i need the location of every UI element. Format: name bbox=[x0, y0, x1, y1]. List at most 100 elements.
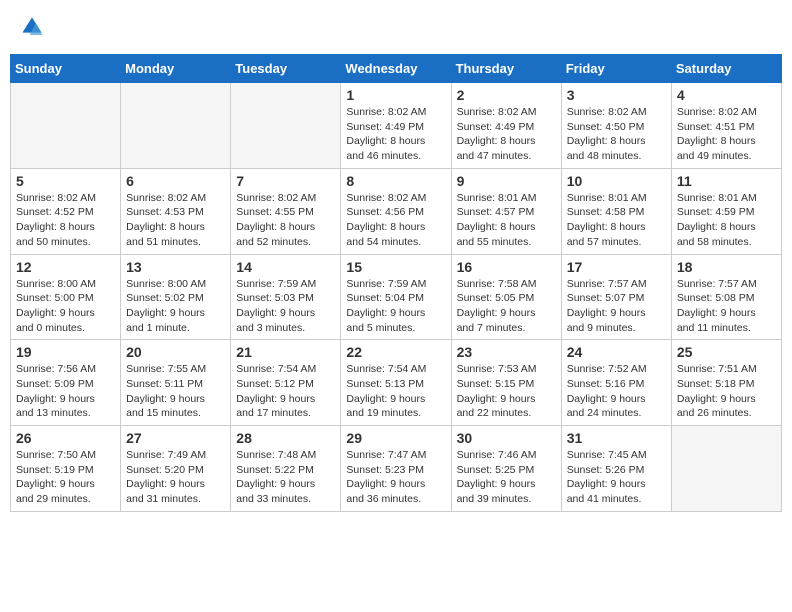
calendar-day-cell: 5 Sunrise: 8:02 AM Sunset: 4:52 PM Daylig… bbox=[11, 168, 121, 254]
weekday-header-cell: Monday bbox=[121, 55, 231, 83]
day-info: Sunrise: 8:00 AM Sunset: 5:00 PM Dayligh… bbox=[16, 277, 115, 336]
calendar-day-cell: 28 Sunrise: 7:48 AM Sunset: 5:22 PM Dayli… bbox=[231, 426, 341, 512]
calendar-day-cell: 6 Sunrise: 8:02 AM Sunset: 4:53 PM Daylig… bbox=[121, 168, 231, 254]
day-number: 3 bbox=[567, 87, 666, 103]
day-number: 9 bbox=[457, 173, 556, 189]
calendar-day-cell: 18 Sunrise: 7:57 AM Sunset: 5:08 PM Dayli… bbox=[671, 254, 781, 340]
day-info: Sunrise: 7:57 AM Sunset: 5:07 PM Dayligh… bbox=[567, 277, 666, 336]
day-info: Sunrise: 8:02 AM Sunset: 4:49 PM Dayligh… bbox=[346, 105, 445, 164]
calendar-week-row: 19 Sunrise: 7:56 AM Sunset: 5:09 PM Dayli… bbox=[11, 340, 782, 426]
day-info: Sunrise: 8:02 AM Sunset: 4:53 PM Dayligh… bbox=[126, 191, 225, 250]
day-info: Sunrise: 8:02 AM Sunset: 4:55 PM Dayligh… bbox=[236, 191, 335, 250]
weekday-header-cell: Saturday bbox=[671, 55, 781, 83]
calendar-day-cell: 11 Sunrise: 8:01 AM Sunset: 4:59 PM Dayli… bbox=[671, 168, 781, 254]
calendar-day-cell: 23 Sunrise: 7:53 AM Sunset: 5:15 PM Dayli… bbox=[451, 340, 561, 426]
day-number: 30 bbox=[457, 430, 556, 446]
calendar-day-cell: 17 Sunrise: 7:57 AM Sunset: 5:07 PM Dayli… bbox=[561, 254, 671, 340]
day-info: Sunrise: 8:00 AM Sunset: 5:02 PM Dayligh… bbox=[126, 277, 225, 336]
weekday-header-cell: Wednesday bbox=[341, 55, 451, 83]
calendar-day-cell: 1 Sunrise: 8:02 AM Sunset: 4:49 PM Daylig… bbox=[341, 83, 451, 169]
calendar-day-cell: 15 Sunrise: 7:59 AM Sunset: 5:04 PM Dayli… bbox=[341, 254, 451, 340]
day-number: 7 bbox=[236, 173, 335, 189]
calendar-day-cell: 21Sunrise: 7:54 AM Sunset: 5:12 PM Dayli… bbox=[231, 340, 341, 426]
day-info: Sunrise: 8:02 AM Sunset: 4:52 PM Dayligh… bbox=[16, 191, 115, 250]
day-info: Sunrise: 7:49 AM Sunset: 5:20 PM Dayligh… bbox=[126, 448, 225, 507]
day-number: 19 bbox=[16, 344, 115, 360]
day-info: Sunrise: 7:48 AM Sunset: 5:22 PM Dayligh… bbox=[236, 448, 335, 507]
day-info: Sunrise: 7:56 AM Sunset: 5:09 PM Dayligh… bbox=[16, 362, 115, 421]
day-info: Sunrise: 7:59 AM Sunset: 5:04 PM Dayligh… bbox=[346, 277, 445, 336]
day-info: Sunrise: 8:01 AM Sunset: 4:57 PM Dayligh… bbox=[457, 191, 556, 250]
calendar-week-row: 12 Sunrise: 8:00 AM Sunset: 5:00 PM Dayli… bbox=[11, 254, 782, 340]
day-number: 20 bbox=[126, 344, 225, 360]
day-number: 24 bbox=[567, 344, 666, 360]
calendar-day-cell: 12 Sunrise: 8:00 AM Sunset: 5:00 PM Dayli… bbox=[11, 254, 121, 340]
calendar-day-cell: 25 Sunrise: 7:51 AM Sunset: 5:18 PM Dayli… bbox=[671, 340, 781, 426]
calendar-day-cell: 26Sunrise: 7:50 AM Sunset: 5:19 PM Dayli… bbox=[11, 426, 121, 512]
day-info: Sunrise: 7:57 AM Sunset: 5:08 PM Dayligh… bbox=[677, 277, 776, 336]
day-info: Sunrise: 8:01 AM Sunset: 4:58 PM Dayligh… bbox=[567, 191, 666, 250]
calendar-week-row: 26Sunrise: 7:50 AM Sunset: 5:19 PM Dayli… bbox=[11, 426, 782, 512]
day-number: 26 bbox=[16, 430, 115, 446]
weekday-header-cell: Friday bbox=[561, 55, 671, 83]
calendar-day-cell: 31 Sunrise: 7:45 AM Sunset: 5:26 PM Dayli… bbox=[561, 426, 671, 512]
day-number: 27 bbox=[126, 430, 225, 446]
day-number: 4 bbox=[677, 87, 776, 103]
day-number: 1 bbox=[346, 87, 445, 103]
calendar-day-cell: 3Sunrise: 8:02 AM Sunset: 4:50 PM Daylig… bbox=[561, 83, 671, 169]
day-number: 12 bbox=[16, 259, 115, 275]
logo-icon bbox=[20, 15, 44, 39]
calendar-day-cell: 27 Sunrise: 7:49 AM Sunset: 5:20 PM Dayli… bbox=[121, 426, 231, 512]
day-number: 14 bbox=[236, 259, 335, 275]
calendar-day-cell: 4Sunrise: 8:02 AM Sunset: 4:51 PM Daylig… bbox=[671, 83, 781, 169]
calendar-day-cell bbox=[231, 83, 341, 169]
calendar-day-cell: 22 Sunrise: 7:54 AM Sunset: 5:13 PM Dayli… bbox=[341, 340, 451, 426]
calendar-day-cell: 8 Sunrise: 8:02 AM Sunset: 4:56 PM Daylig… bbox=[341, 168, 451, 254]
day-info: Sunrise: 7:54 AM Sunset: 5:13 PM Dayligh… bbox=[346, 362, 445, 421]
day-number: 11 bbox=[677, 173, 776, 189]
day-info: Sunrise: 8:01 AM Sunset: 4:59 PM Dayligh… bbox=[677, 191, 776, 250]
calendar-day-cell: 7 Sunrise: 8:02 AM Sunset: 4:55 PM Daylig… bbox=[231, 168, 341, 254]
calendar-day-cell: 16Sunrise: 7:58 AM Sunset: 5:05 PM Dayli… bbox=[451, 254, 561, 340]
day-info: Sunrise: 7:45 AM Sunset: 5:26 PM Dayligh… bbox=[567, 448, 666, 507]
day-info: Sunrise: 8:02 AM Sunset: 4:56 PM Dayligh… bbox=[346, 191, 445, 250]
day-number: 8 bbox=[346, 173, 445, 189]
day-number: 6 bbox=[126, 173, 225, 189]
weekday-header-cell: Thursday bbox=[451, 55, 561, 83]
day-number: 25 bbox=[677, 344, 776, 360]
day-number: 23 bbox=[457, 344, 556, 360]
calendar-day-cell: 30Sunrise: 7:46 AM Sunset: 5:25 PM Dayli… bbox=[451, 426, 561, 512]
calendar-week-row: 5 Sunrise: 8:02 AM Sunset: 4:52 PM Daylig… bbox=[11, 168, 782, 254]
day-number: 15 bbox=[346, 259, 445, 275]
day-info: Sunrise: 7:47 AM Sunset: 5:23 PM Dayligh… bbox=[346, 448, 445, 507]
day-info: Sunrise: 7:51 AM Sunset: 5:18 PM Dayligh… bbox=[677, 362, 776, 421]
page-header bbox=[10, 10, 782, 44]
day-number: 16 bbox=[457, 259, 556, 275]
calendar-day-cell: 29 Sunrise: 7:47 AM Sunset: 5:23 PM Dayli… bbox=[341, 426, 451, 512]
day-number: 28 bbox=[236, 430, 335, 446]
weekday-header-cell: Tuesday bbox=[231, 55, 341, 83]
day-number: 22 bbox=[346, 344, 445, 360]
calendar-day-cell: 14 Sunrise: 7:59 AM Sunset: 5:03 PM Dayli… bbox=[231, 254, 341, 340]
calendar-table: SundayMondayTuesdayWednesdayThursdayFrid… bbox=[10, 54, 782, 512]
day-info: Sunrise: 7:59 AM Sunset: 5:03 PM Dayligh… bbox=[236, 277, 335, 336]
day-number: 18 bbox=[677, 259, 776, 275]
calendar-day-cell bbox=[671, 426, 781, 512]
day-number: 2 bbox=[457, 87, 556, 103]
calendar-day-cell: 9 Sunrise: 8:01 AM Sunset: 4:57 PM Daylig… bbox=[451, 168, 561, 254]
calendar-day-cell bbox=[121, 83, 231, 169]
weekday-header-row: SundayMondayTuesdayWednesdayThursdayFrid… bbox=[11, 55, 782, 83]
weekday-header-cell: Sunday bbox=[11, 55, 121, 83]
calendar-day-cell: 20 Sunrise: 7:55 AM Sunset: 5:11 PM Dayli… bbox=[121, 340, 231, 426]
day-number: 10 bbox=[567, 173, 666, 189]
day-number: 5 bbox=[16, 173, 115, 189]
day-info: Sunrise: 7:55 AM Sunset: 5:11 PM Dayligh… bbox=[126, 362, 225, 421]
day-number: 31 bbox=[567, 430, 666, 446]
day-number: 17 bbox=[567, 259, 666, 275]
day-info: Sunrise: 7:53 AM Sunset: 5:15 PM Dayligh… bbox=[457, 362, 556, 421]
calendar-day-cell: 19 Sunrise: 7:56 AM Sunset: 5:09 PM Dayli… bbox=[11, 340, 121, 426]
calendar-day-cell: 2Sunrise: 8:02 AM Sunset: 4:49 PM Daylig… bbox=[451, 83, 561, 169]
day-info: Sunrise: 7:54 AM Sunset: 5:12 PM Dayligh… bbox=[236, 362, 335, 421]
day-number: 29 bbox=[346, 430, 445, 446]
calendar-week-row: 1 Sunrise: 8:02 AM Sunset: 4:49 PM Daylig… bbox=[11, 83, 782, 169]
